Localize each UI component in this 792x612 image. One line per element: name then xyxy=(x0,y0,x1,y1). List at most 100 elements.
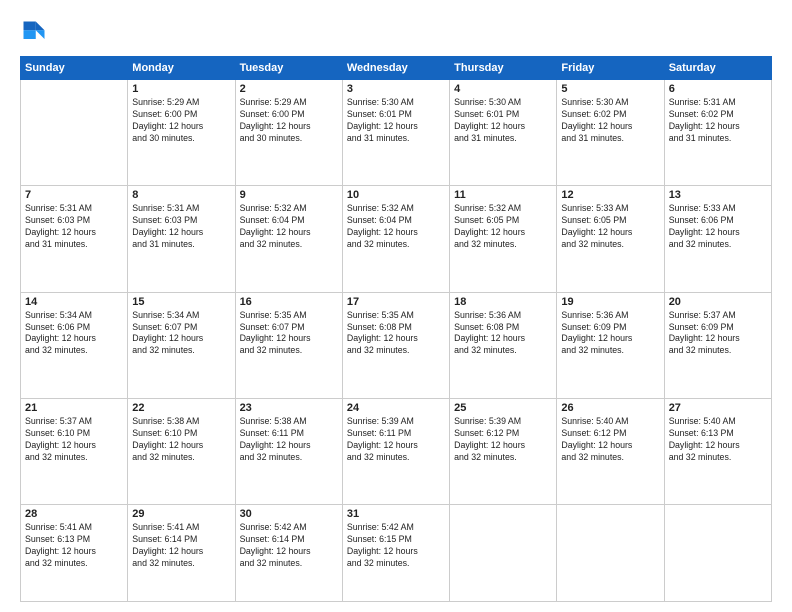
weekday-header-sunday: Sunday xyxy=(21,57,128,80)
day-number: 1 xyxy=(132,83,230,95)
calendar-cell: 2 Sunrise: 5:29 AM Sunset: 6:00 PM Daylig… xyxy=(235,80,342,186)
day-info: Sunrise: 5:30 AM Sunset: 6:02 PM Dayligh… xyxy=(561,97,659,145)
day-info: Sunrise: 5:34 AM Sunset: 6:06 PM Dayligh… xyxy=(25,310,123,358)
calendar-cell: 24 Sunrise: 5:39 AM Sunset: 6:11 PM Dayli… xyxy=(342,398,449,504)
day-info: Sunrise: 5:32 AM Sunset: 6:04 PM Dayligh… xyxy=(240,203,338,251)
weekday-header-friday: Friday xyxy=(557,57,664,80)
day-number: 25 xyxy=(454,402,552,414)
day-number: 15 xyxy=(132,296,230,308)
day-number: 6 xyxy=(669,83,767,95)
logo-icon xyxy=(20,18,48,46)
calendar-cell: 21Sunrise: 5:37 AM Sunset: 6:10 PM Dayli… xyxy=(21,398,128,504)
calendar-table: SundayMondayTuesdayWednesdayThursdayFrid… xyxy=(20,56,772,602)
calendar-cell: 3 Sunrise: 5:30 AM Sunset: 6:01 PM Daylig… xyxy=(342,80,449,186)
day-number: 19 xyxy=(561,296,659,308)
day-number: 28 xyxy=(25,508,123,520)
day-info: Sunrise: 5:35 AM Sunset: 6:08 PM Dayligh… xyxy=(347,310,445,358)
day-info: Sunrise: 5:39 AM Sunset: 6:11 PM Dayligh… xyxy=(347,416,445,464)
day-number: 7 xyxy=(25,189,123,201)
calendar-cell xyxy=(450,505,557,602)
day-info: Sunrise: 5:32 AM Sunset: 6:05 PM Dayligh… xyxy=(454,203,552,251)
day-info: Sunrise: 5:30 AM Sunset: 6:01 PM Dayligh… xyxy=(454,97,552,145)
day-number: 3 xyxy=(347,83,445,95)
calendar-cell: 26 Sunrise: 5:40 AM Sunset: 6:12 PM Dayli… xyxy=(557,398,664,504)
day-info: Sunrise: 5:29 AM Sunset: 6:00 PM Dayligh… xyxy=(240,97,338,145)
calendar-cell: 9 Sunrise: 5:32 AM Sunset: 6:04 PM Daylig… xyxy=(235,186,342,292)
calendar-cell: 15Sunrise: 5:34 AM Sunset: 6:07 PM Dayli… xyxy=(128,292,235,398)
day-number: 31 xyxy=(347,508,445,520)
calendar-cell: 25Sunrise: 5:39 AM Sunset: 6:12 PM Dayli… xyxy=(450,398,557,504)
day-number: 4 xyxy=(454,83,552,95)
day-number: 9 xyxy=(240,189,338,201)
calendar-cell xyxy=(21,80,128,186)
calendar-cell: 22Sunrise: 5:38 AM Sunset: 6:10 PM Dayli… xyxy=(128,398,235,504)
calendar-cell: 5 Sunrise: 5:30 AM Sunset: 6:02 PM Daylig… xyxy=(557,80,664,186)
calendar-cell: 18Sunrise: 5:36 AM Sunset: 6:08 PM Dayli… xyxy=(450,292,557,398)
calendar-cell: 1 Sunrise: 5:29 AM Sunset: 6:00 PM Daylig… xyxy=(128,80,235,186)
day-number: 23 xyxy=(240,402,338,414)
day-info: Sunrise: 5:42 AM Sunset: 6:14 PM Dayligh… xyxy=(240,522,338,570)
day-info: Sunrise: 5:41 AM Sunset: 6:13 PM Dayligh… xyxy=(25,522,123,570)
day-number: 16 xyxy=(240,296,338,308)
day-info: Sunrise: 5:42 AM Sunset: 6:15 PM Dayligh… xyxy=(347,522,445,570)
calendar-cell: 31 Sunrise: 5:42 AM Sunset: 6:15 PM Dayli… xyxy=(342,505,449,602)
calendar-cell: 13Sunrise: 5:33 AM Sunset: 6:06 PM Dayli… xyxy=(664,186,771,292)
weekday-header-row: SundayMondayTuesdayWednesdayThursdayFrid… xyxy=(21,57,772,80)
calendar-cell: 7 Sunrise: 5:31 AM Sunset: 6:03 PM Daylig… xyxy=(21,186,128,292)
calendar-cell: 28 Sunrise: 5:41 AM Sunset: 6:13 PM Dayli… xyxy=(21,505,128,602)
day-number: 14 xyxy=(25,296,123,308)
day-info: Sunrise: 5:32 AM Sunset: 6:04 PM Dayligh… xyxy=(347,203,445,251)
day-number: 11 xyxy=(454,189,552,201)
day-info: Sunrise: 5:29 AM Sunset: 6:00 PM Dayligh… xyxy=(132,97,230,145)
day-number: 10 xyxy=(347,189,445,201)
week-row-4: 21Sunrise: 5:37 AM Sunset: 6:10 PM Dayli… xyxy=(21,398,772,504)
day-number: 29 xyxy=(132,508,230,520)
weekday-header-wednesday: Wednesday xyxy=(342,57,449,80)
day-number: 12 xyxy=(561,189,659,201)
day-number: 30 xyxy=(240,508,338,520)
calendar-cell: 29Sunrise: 5:41 AM Sunset: 6:14 PM Dayli… xyxy=(128,505,235,602)
calendar-cell: 20 Sunrise: 5:37 AM Sunset: 6:09 PM Dayli… xyxy=(664,292,771,398)
day-info: Sunrise: 5:37 AM Sunset: 6:09 PM Dayligh… xyxy=(669,310,767,358)
day-info: Sunrise: 5:36 AM Sunset: 6:09 PM Dayligh… xyxy=(561,310,659,358)
day-number: 26 xyxy=(561,402,659,414)
logo xyxy=(20,18,52,46)
week-row-5: 28 Sunrise: 5:41 AM Sunset: 6:13 PM Dayli… xyxy=(21,505,772,602)
calendar-cell: 30 Sunrise: 5:42 AM Sunset: 6:14 PM Dayli… xyxy=(235,505,342,602)
calendar-cell: 12 Sunrise: 5:33 AM Sunset: 6:05 PM Dayli… xyxy=(557,186,664,292)
day-info: Sunrise: 5:40 AM Sunset: 6:12 PM Dayligh… xyxy=(561,416,659,464)
day-info: Sunrise: 5:31 AM Sunset: 6:03 PM Dayligh… xyxy=(25,203,123,251)
weekday-header-monday: Monday xyxy=(128,57,235,80)
day-number: 20 xyxy=(669,296,767,308)
calendar-cell: 16Sunrise: 5:35 AM Sunset: 6:07 PM Dayli… xyxy=(235,292,342,398)
day-info: Sunrise: 5:38 AM Sunset: 6:11 PM Dayligh… xyxy=(240,416,338,464)
calendar-cell: 11 Sunrise: 5:32 AM Sunset: 6:05 PM Dayli… xyxy=(450,186,557,292)
day-info: Sunrise: 5:33 AM Sunset: 6:05 PM Dayligh… xyxy=(561,203,659,251)
calendar-cell xyxy=(664,505,771,602)
day-number: 2 xyxy=(240,83,338,95)
day-info: Sunrise: 5:40 AM Sunset: 6:13 PM Dayligh… xyxy=(669,416,767,464)
calendar-cell: 17 Sunrise: 5:35 AM Sunset: 6:08 PM Dayli… xyxy=(342,292,449,398)
calendar-cell: 14 Sunrise: 5:34 AM Sunset: 6:06 PM Dayli… xyxy=(21,292,128,398)
day-number: 5 xyxy=(561,83,659,95)
day-number: 8 xyxy=(132,189,230,201)
day-info: Sunrise: 5:31 AM Sunset: 6:02 PM Dayligh… xyxy=(669,97,767,145)
weekday-header-thursday: Thursday xyxy=(450,57,557,80)
calendar-cell: 8 Sunrise: 5:31 AM Sunset: 6:03 PM Daylig… xyxy=(128,186,235,292)
day-info: Sunrise: 5:30 AM Sunset: 6:01 PM Dayligh… xyxy=(347,97,445,145)
day-info: Sunrise: 5:37 AM Sunset: 6:10 PM Dayligh… xyxy=(25,416,123,464)
calendar-cell: 19 Sunrise: 5:36 AM Sunset: 6:09 PM Dayli… xyxy=(557,292,664,398)
day-number: 27 xyxy=(669,402,767,414)
week-row-2: 7 Sunrise: 5:31 AM Sunset: 6:03 PM Daylig… xyxy=(21,186,772,292)
week-row-3: 14 Sunrise: 5:34 AM Sunset: 6:06 PM Dayli… xyxy=(21,292,772,398)
weekday-header-saturday: Saturday xyxy=(664,57,771,80)
header xyxy=(20,18,772,46)
day-info: Sunrise: 5:31 AM Sunset: 6:03 PM Dayligh… xyxy=(132,203,230,251)
calendar-cell: 23 Sunrise: 5:38 AM Sunset: 6:11 PM Dayli… xyxy=(235,398,342,504)
calendar-cell: 10 Sunrise: 5:32 AM Sunset: 6:04 PM Dayli… xyxy=(342,186,449,292)
day-number: 24 xyxy=(347,402,445,414)
calendar-cell: 27 Sunrise: 5:40 AM Sunset: 6:13 PM Dayli… xyxy=(664,398,771,504)
calendar-cell: 6 Sunrise: 5:31 AM Sunset: 6:02 PM Daylig… xyxy=(664,80,771,186)
day-number: 17 xyxy=(347,296,445,308)
day-number: 18 xyxy=(454,296,552,308)
